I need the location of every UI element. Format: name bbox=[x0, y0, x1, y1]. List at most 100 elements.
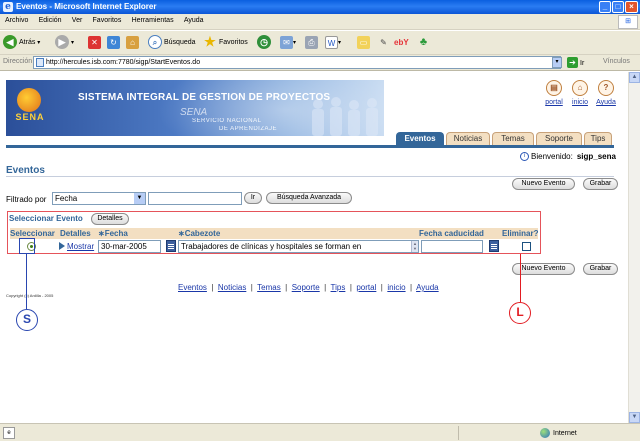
welcome-message: i Bienvenido: sigp_sena bbox=[520, 152, 616, 162]
address-dropdown-icon[interactable]: ▾ bbox=[552, 57, 562, 68]
fecha-caducidad-input[interactable] bbox=[421, 240, 483, 253]
footer-link-ayuda[interactable]: Ayuda bbox=[416, 283, 439, 292]
refresh-button[interactable]: ↻ bbox=[107, 35, 120, 51]
eliminar-checkbox[interactable] bbox=[522, 242, 531, 251]
favorites-button[interactable]: ★ Favoritos bbox=[203, 35, 248, 51]
scroll-down-icon[interactable]: ▼ bbox=[629, 412, 640, 423]
footer-link-soporte[interactable]: Soporte bbox=[292, 283, 320, 292]
search-icon: ⌕ bbox=[148, 35, 162, 50]
messenger-button[interactable]: ♣ bbox=[417, 35, 430, 51]
back-arrow-icon: ◀ bbox=[3, 35, 17, 50]
menu-edicion[interactable]: Edición bbox=[34, 14, 65, 24]
home-icon: ⌂ bbox=[126, 35, 139, 49]
header-eliminar: Eliminar? bbox=[502, 229, 539, 238]
nuevo-evento-button-top[interactable]: Nuevo Evento bbox=[512, 178, 575, 190]
nuevo-evento-button-bottom[interactable]: Nuevo Evento bbox=[512, 263, 575, 275]
grabar-button-bottom[interactable]: Grabar bbox=[583, 263, 618, 275]
back-dropdown-icon[interactable]: ▾ bbox=[37, 40, 40, 46]
tab-tips[interactable]: Tips bbox=[584, 132, 612, 145]
footer-link-portal[interactable]: portal bbox=[356, 283, 376, 292]
go-button[interactable]: ➔ Ir bbox=[567, 57, 584, 68]
print-button[interactable]: ⎙ bbox=[305, 35, 318, 51]
header-fecha: ∗Fecha bbox=[98, 229, 128, 238]
forward-button[interactable]: ▶ ▾ bbox=[55, 35, 74, 51]
callout-s: S bbox=[16, 309, 38, 331]
window-title-bar: e Eventos - Microsoft Internet Explorer … bbox=[0, 0, 640, 14]
status-bar: e Internet bbox=[0, 423, 640, 441]
browser-toolbar: ◀ Atrás ▾ ▶ ▾ ✕ ↻ ⌂ ⌕ Búsqueda ★ Favoritos ◷… bbox=[0, 31, 640, 55]
minimize-button[interactable]: _ bbox=[599, 1, 611, 13]
ayuda-link[interactable]: ? Ayuda bbox=[592, 80, 620, 106]
notes-icon: ▭ bbox=[357, 35, 370, 49]
portal-icon: ▤ bbox=[546, 80, 562, 96]
star-icon: ★ bbox=[204, 34, 216, 50]
detalles-button[interactable]: Detalles bbox=[91, 213, 129, 225]
history-button[interactable]: ◷ bbox=[257, 35, 273, 51]
back-button[interactable]: ◀ Atrás ▾ bbox=[3, 35, 40, 51]
menu-archivo[interactable]: Archivo bbox=[0, 14, 31, 24]
calendar-icon-caducidad[interactable] bbox=[489, 240, 499, 252]
tab-temas[interactable]: Temas bbox=[492, 132, 534, 145]
callout-s-line bbox=[26, 254, 27, 309]
menu-ver[interactable]: Ver bbox=[67, 14, 86, 24]
footer-links: Eventos | Noticias | Temas | Soporte | T… bbox=[178, 283, 439, 292]
tab-noticias[interactable]: Noticias bbox=[446, 132, 490, 145]
menu-ayuda[interactable]: Ayuda bbox=[179, 14, 207, 24]
sena-logo[interactable]: SENA bbox=[10, 86, 48, 130]
ir-button[interactable]: Ir bbox=[244, 192, 262, 204]
search-button[interactable]: ⌕ Búsqueda bbox=[148, 35, 196, 51]
callout-s-highlight bbox=[19, 238, 35, 254]
home-icon: ⌂ bbox=[572, 80, 588, 96]
header-seleccionar: Seleccionar bbox=[10, 229, 55, 238]
tab-underline bbox=[6, 145, 614, 148]
cabezote-input[interactable]: Trabajadores de clínicas y hospitales se… bbox=[178, 240, 419, 253]
mail-button[interactable]: ✉ ▾ bbox=[280, 35, 296, 51]
menu-favoritos[interactable]: Favoritos bbox=[88, 14, 125, 24]
research-button[interactable]: ✎ bbox=[377, 35, 390, 51]
links-toolbar[interactable]: Vínculos bbox=[603, 58, 630, 65]
callout-l-line bbox=[520, 254, 521, 302]
footer-link-tips[interactable]: Tips bbox=[331, 283, 346, 292]
banner-sena-word: SENA bbox=[180, 107, 208, 118]
header-cabezote: ∗Cabezote bbox=[178, 229, 221, 238]
ie-logo-icon: e bbox=[3, 2, 13, 12]
security-zone: Internet bbox=[540, 428, 577, 438]
scroll-up-icon[interactable]: ▲ bbox=[629, 72, 640, 83]
cabezote-scroll[interactable]: ▲ ▼ bbox=[411, 241, 418, 252]
calendar-icon[interactable] bbox=[166, 240, 176, 252]
footer-link-eventos[interactable]: Eventos bbox=[178, 283, 207, 292]
table-row: Mostrar 30-mar-2005 Trabajadores de clín… bbox=[10, 240, 538, 253]
tab-soporte[interactable]: Soporte bbox=[536, 132, 582, 145]
stop-button[interactable]: ✕ bbox=[88, 35, 101, 51]
fecha-input[interactable]: 30-mar-2005 bbox=[98, 240, 161, 253]
grabar-button-top[interactable]: Grabar bbox=[583, 178, 618, 190]
filter-select[interactable]: Fecha ▼ bbox=[52, 192, 146, 205]
vertical-scrollbar[interactable]: ▲ ▼ bbox=[628, 72, 640, 423]
global-links: ▤ portal ⌂ inicio ? Ayuda bbox=[540, 80, 624, 120]
menu-herramientas[interactable]: Herramientas bbox=[127, 14, 177, 24]
address-input[interactable]: http://hercules.isb.com:7780/sigp/StartE… bbox=[33, 56, 561, 69]
copyright: Copyright (c) Ardilla - 2005 bbox=[6, 293, 54, 298]
address-bar: Dirección http://hercules.isb.com:7780/s… bbox=[0, 55, 640, 71]
word-icon: W bbox=[325, 35, 338, 49]
banner-aprendizaje: DE APRENDIZAJE bbox=[219, 126, 278, 132]
busqueda-avanzada-button[interactable]: Búsqueda Avanzada bbox=[266, 192, 352, 204]
mostrar-link[interactable]: Mostrar bbox=[59, 242, 94, 251]
maximize-button[interactable]: □ bbox=[612, 1, 624, 13]
home-button[interactable]: ⌂ bbox=[126, 35, 139, 51]
inicio-link[interactable]: ⌂ inicio bbox=[566, 80, 594, 106]
discuss-button[interactable]: ▭ bbox=[357, 35, 370, 51]
close-button[interactable]: × bbox=[625, 1, 638, 13]
portal-link[interactable]: ▤ portal bbox=[540, 80, 568, 106]
tab-eventos[interactable]: Eventos bbox=[396, 132, 444, 145]
footer-link-noticias[interactable]: Noticias bbox=[218, 283, 246, 292]
chevron-down-icon: ▼ bbox=[134, 193, 145, 204]
filter-value-input[interactable] bbox=[148, 192, 242, 205]
ebay-button[interactable]: ebY bbox=[394, 35, 409, 51]
menu-bar: Archivo Edición Ver Favoritos Herramient… bbox=[0, 14, 640, 30]
footer-link-temas[interactable]: Temas bbox=[257, 283, 281, 292]
go-arrow-icon: ➔ bbox=[567, 57, 578, 68]
footer-link-inicio[interactable]: inicio bbox=[387, 283, 405, 292]
edit-button[interactable]: W ▾ bbox=[325, 35, 341, 51]
address-label: Dirección bbox=[3, 58, 33, 65]
